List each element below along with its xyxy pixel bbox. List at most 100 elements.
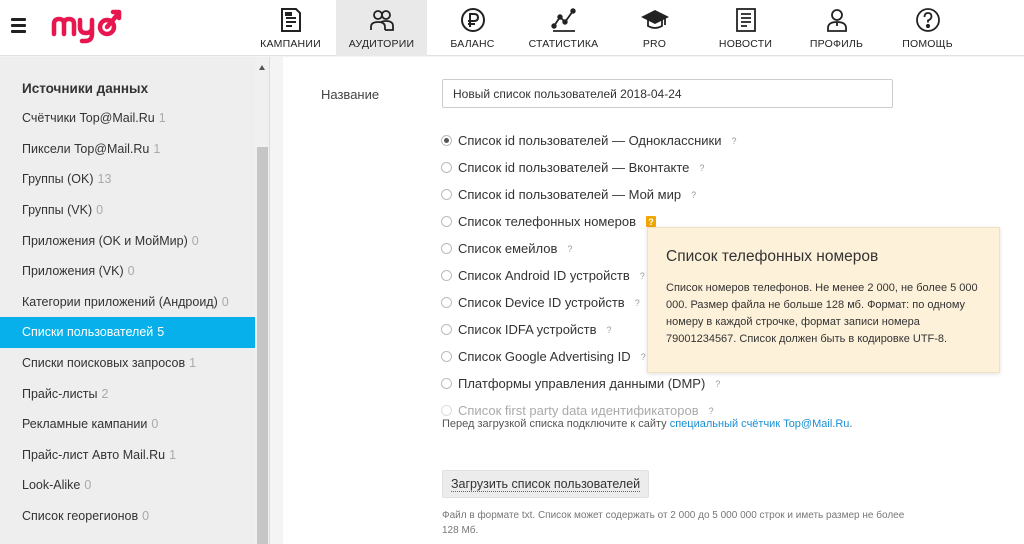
sidebar-item[interactable]: Look-Alike 0 — [0, 470, 255, 501]
option-label: Список id пользователей — Одноклассники — [458, 133, 722, 148]
option-label: Список Device ID устройств — [458, 295, 625, 310]
nav-profile[interactable]: ПРОФИЛЬ — [791, 0, 882, 56]
sidebar-item[interactable]: Списки поисковых запросов 1 — [0, 348, 255, 379]
notice-end: . — [849, 418, 853, 430]
list-type-option[interactable]: Список id пользователей — Одноклассники? — [441, 127, 736, 154]
sidebar-item-count: 0 — [221, 294, 229, 309]
radio-button[interactable] — [441, 270, 452, 281]
sidebar-item[interactable]: Приложения (VK) 0 — [0, 256, 255, 287]
main-nav: КАМПАНИИ АУДИТОРИИ БАЛАНС СТАТИСТИКА PRO… — [245, 0, 973, 56]
sidebar-item-label: Приложения (OK и МойМир) — [22, 233, 188, 248]
upload-hint: Файл в формате txt. Список может содержа… — [442, 510, 905, 536]
sidebar-list: Счётчики Top@Mail.Ru 1 Пиксели Top@Mail.Ru… — [0, 103, 255, 531]
sidebar-item-count: 0 — [191, 233, 199, 248]
help-question-icon[interactable]: ? — [715, 379, 720, 389]
help-question-icon[interactable]: ? — [567, 244, 572, 254]
option-label: Список телефонных номеров — [458, 214, 636, 229]
sidebar-item-count: 13 — [97, 172, 112, 187]
phone-numbers-tooltip: Список телефонных номеров Список номеров… — [647, 227, 1000, 373]
radio-button[interactable] — [441, 243, 452, 254]
scroll-thumb[interactable] — [257, 147, 268, 544]
help-icon — [915, 8, 940, 32]
sidebar-scrollbar[interactable] — [255, 57, 269, 544]
list-name-input[interactable] — [442, 79, 893, 108]
top-navigation-bar: КАМПАНИИ АУДИТОРИИ БАЛАНС СТАТИСТИКА PRO… — [0, 0, 1024, 56]
counter-link[interactable]: специальный счётчик Top@Mail.Ru — [670, 418, 850, 430]
nav-news[interactable]: НОВОСТИ — [700, 0, 791, 56]
notice-text: Перед загрузкой списка подключите к сайт… — [442, 418, 670, 430]
sidebar-item-count: 0 — [127, 264, 135, 279]
help-question-icon[interactable]: ? — [709, 406, 714, 416]
help-question-icon[interactable]: ? — [641, 352, 646, 362]
data-sources-sidebar: Источники данных Счётчики Top@Mail.Ru 1 Пи… — [0, 57, 270, 544]
sidebar-item[interactable]: Прайс-листы 2 — [0, 378, 255, 409]
sidebar-item-count: 5 — [157, 325, 165, 340]
nav-pro[interactable]: PRO — [609, 0, 700, 56]
counter-notice: Перед загрузкой списка подключите к сайт… — [442, 418, 852, 430]
chart-icon — [550, 8, 576, 32]
myTarget-logo[interactable] — [50, 4, 122, 44]
nav-help[interactable]: ПОМОЩЬ — [882, 0, 973, 56]
sidebar-item[interactable]: Группы (OK) 13 — [0, 164, 255, 195]
menu-icon[interactable] — [11, 18, 26, 33]
radio-button[interactable] — [441, 351, 452, 362]
option-label: Список id пользователей — Мой мир — [458, 187, 682, 202]
help-question-icon[interactable]: ? — [699, 163, 704, 173]
nav-audiences[interactable]: АУДИТОРИИ — [336, 0, 427, 56]
nav-balance[interactable]: БАЛАНС — [427, 0, 518, 56]
scroll-up-arrow-icon[interactable] — [259, 65, 265, 70]
sidebar-item-label: Прайс-листы — [22, 386, 98, 401]
sidebar-item[interactable]: Списки пользователей 5 — [0, 317, 255, 348]
sidebar-item-label: Look-Alike — [22, 478, 81, 493]
list-type-option[interactable]: Список id пользователей — Вконтакте? — [441, 154, 736, 181]
radio-button[interactable] — [441, 378, 452, 389]
sidebar-item-label: Прайс-лист Авто Mail.Ru — [22, 447, 166, 462]
option-label: Список емейлов — [458, 241, 558, 256]
nav-campaigns[interactable]: КАМПАНИИ — [245, 0, 336, 56]
help-question-icon[interactable]: ? — [645, 216, 656, 227]
sidebar-item[interactable]: Группы (VK) 0 — [0, 195, 255, 226]
sidebar-item-count: 0 — [151, 417, 159, 432]
sidebar-item-label: Списки пользователей — [22, 325, 154, 340]
help-question-icon[interactable]: ? — [607, 325, 612, 335]
sidebar-item[interactable]: Пиксели Top@Mail.Ru 1 — [0, 134, 255, 165]
sidebar-item-label: Группы (OK) — [22, 172, 94, 187]
sidebar-item[interactable]: Категории приложений (Андроид) 0 — [0, 287, 255, 318]
sidebar-item-label: Список георегионов — [22, 509, 139, 524]
list-type-option[interactable]: Платформы управления данными (DMP)? — [441, 370, 736, 397]
option-label: Список first party data идентификаторов — [458, 403, 699, 418]
sidebar-item-count: 0 — [142, 509, 150, 524]
sidebar-item[interactable]: Прайс-лист Авто Mail.Ru 1 — [0, 440, 255, 471]
list-type-option[interactable]: Список id пользователей — Мой мир? — [441, 181, 736, 208]
sidebar-item[interactable]: Приложения (OK и МойМир) 0 — [0, 225, 255, 256]
help-question-icon[interactable]: ? — [635, 298, 640, 308]
upload-list-label: Загрузить список пользователей — [451, 477, 641, 492]
sidebar-item[interactable]: Рекламные кампании 0 — [0, 409, 255, 440]
upload-list-button[interactable]: Загрузить список пользователей — [442, 470, 650, 498]
help-question-icon[interactable]: ? — [731, 136, 736, 146]
news-icon — [735, 8, 756, 32]
help-question-icon[interactable]: ? — [691, 190, 696, 200]
radio-button[interactable] — [441, 216, 452, 227]
radio-button[interactable] — [441, 189, 452, 200]
radio-button[interactable] — [441, 297, 452, 308]
option-label: Список Android ID устройств — [458, 268, 630, 283]
sidebar-item-label: Списки поисковых запросов — [22, 356, 186, 371]
ruble-icon — [460, 8, 485, 32]
audiences-icon — [369, 10, 394, 31]
sidebar-item[interactable]: Список георегионов 0 — [0, 501, 255, 532]
sidebar-item-count: 0 — [96, 203, 104, 218]
radio-button[interactable] — [441, 135, 452, 146]
sidebar-item-count: 1 — [189, 356, 197, 371]
graduation-cap-icon — [640, 9, 669, 29]
radio-button[interactable] — [441, 162, 452, 173]
radio-button[interactable] — [441, 324, 452, 335]
sidebar-item[interactable]: Счётчики Top@Mail.Ru 1 — [0, 103, 255, 134]
option-label: Список IDFA устройств — [458, 322, 597, 337]
campaigns-icon — [280, 8, 301, 32]
sidebar-item-label: Группы (VK) — [22, 203, 93, 218]
help-question-icon[interactable]: ? — [640, 271, 645, 281]
nav-statistics[interactable]: СТАТИСТИКА — [518, 0, 609, 56]
sidebar-item-count: 1 — [153, 141, 161, 156]
sidebar-item-count: 2 — [101, 386, 109, 401]
